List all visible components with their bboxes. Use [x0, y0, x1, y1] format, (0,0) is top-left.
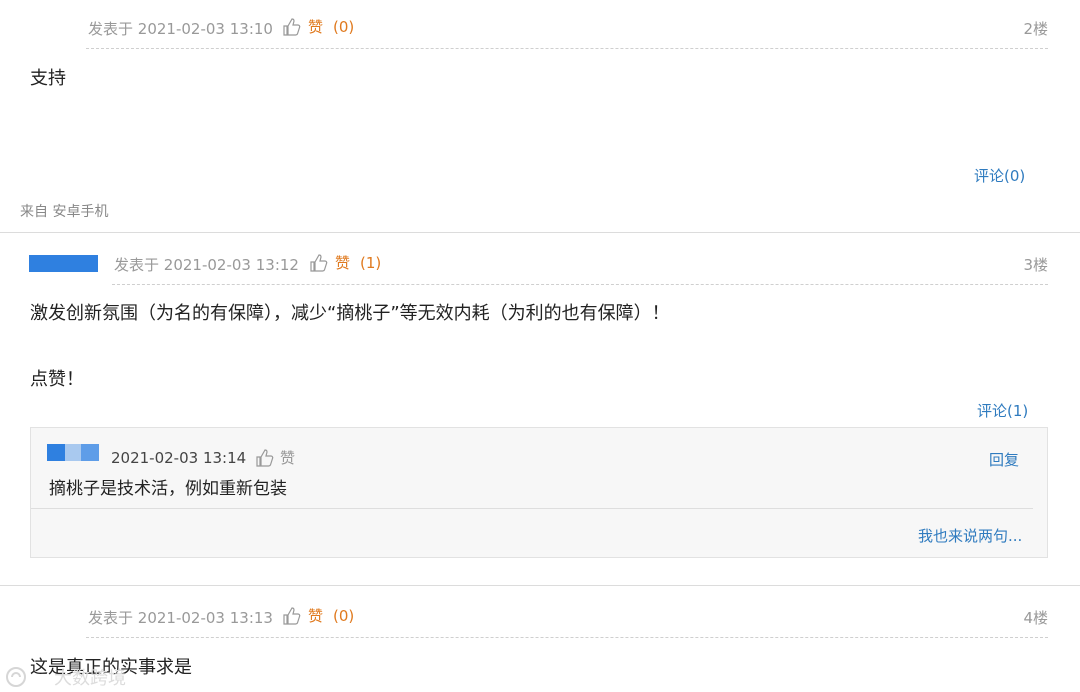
floor-number: 4楼: [1023, 609, 1048, 627]
posted-label: 发表于: [88, 609, 134, 627]
post-time: 2021-02-03 13:12: [163, 256, 299, 274]
post-content: 支持: [30, 68, 66, 89]
divider: [86, 48, 1048, 49]
masked-username: [29, 255, 98, 272]
source-device: 来自 安卓手机: [20, 204, 109, 220]
like-label: 赞: [335, 254, 351, 272]
post-time: 2021-02-03 13:13: [137, 609, 273, 627]
like-label: 赞: [308, 607, 324, 625]
watermark-text: 大数跨境: [54, 668, 126, 689]
watermark: 大数跨境: [4, 664, 126, 690]
post-content-line-2: 点赞！: [30, 369, 84, 390]
comment-link[interactable]: 评论(1): [977, 400, 1028, 421]
reply-time: 2021-02-03 13:14: [111, 449, 247, 467]
like-count: (0): [333, 606, 355, 625]
thumbs-up-icon: [283, 17, 301, 36]
posted-label: 发表于: [114, 256, 160, 274]
post-content-line-1: 激发创新氛围（为名的有保障），减少“摘桃子”等无效内耗（为利的也有保障）！: [30, 303, 670, 324]
post-time: 2021-02-03 13:10: [137, 20, 273, 38]
divider: [112, 284, 1048, 285]
like-button[interactable]: 赞 (0): [282, 605, 354, 626]
like-button[interactable]: 赞 (0): [282, 16, 354, 37]
thumbs-up-icon: [256, 448, 274, 467]
watermark-logo-icon: [6, 667, 26, 687]
reply-box: 2021-02-03 13:14 赞 回复 摘桃子是技术活，例如重新包装 我也来…: [30, 427, 1048, 558]
add-comment-link[interactable]: 我也来说两句...: [918, 525, 1022, 546]
like-count: (0): [333, 17, 355, 36]
like-button[interactable]: 赞 (1): [309, 252, 381, 273]
reply-link[interactable]: 回复: [989, 449, 1019, 470]
reply-divider: [31, 508, 1033, 509]
post-2-meta: 发表于 2021-02-03 13:10: [88, 18, 273, 39]
like-count: (1): [360, 253, 382, 272]
post-3: 发表于 2021-02-03 13:12 赞 (1) 3楼 激发创新氛围（为名的…: [0, 233, 1080, 585]
reply-like-label: 赞: [280, 449, 296, 467]
post-4-meta: 发表于 2021-02-03 13:13: [88, 607, 273, 628]
posted-label: 发表于: [88, 20, 134, 38]
thumbs-up-icon: [310, 253, 328, 272]
post-2: 发表于 2021-02-03 13:10 赞 (0) 2楼 支持 评论(0) 来…: [0, 0, 1080, 232]
divider: [86, 637, 1048, 638]
post-3-meta: 发表于 2021-02-03 13:12: [114, 254, 299, 275]
floor-number: 3楼: [1023, 256, 1048, 274]
thumbs-up-icon: [283, 606, 301, 625]
reply-like-button[interactable]: 赞: [255, 447, 295, 468]
like-label: 赞: [308, 18, 324, 36]
comment-link[interactable]: 评论(0): [974, 165, 1025, 186]
reply-content: 摘桃子是技术活，例如重新包装: [49, 479, 287, 499]
floor-number: 2楼: [1023, 20, 1048, 38]
post-4: 发表于 2021-02-03 13:13 赞 (0) 4楼 这是真正的实事求是: [0, 586, 1080, 692]
masked-reply-username: [47, 444, 99, 461]
